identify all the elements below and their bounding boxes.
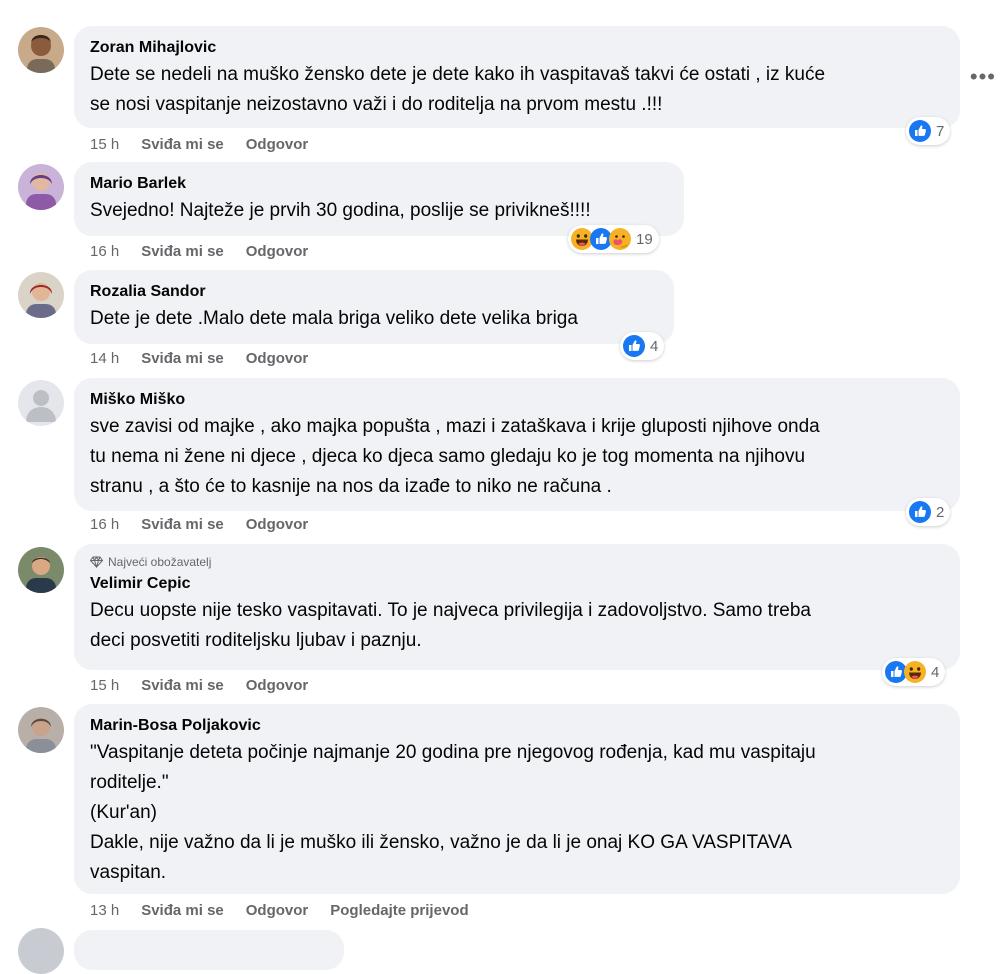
comment-text: Decu uopste nije tesko vaspitavati. To j…	[90, 600, 811, 651]
comment-bubble: Zoran Mihajlovic Dete se nedeli na muško…	[74, 26, 960, 128]
comment-actions: 13 h Sviđa mi se Odgovor Pogledajte prij…	[90, 902, 469, 920]
comment-time[interactable]: 16 h	[90, 516, 119, 534]
comment-text: Dete se nedeli na muško žensko dete je d…	[90, 64, 826, 115]
reaction-summary[interactable]: 4	[882, 658, 946, 686]
comment-time[interactable]: 15 h	[90, 677, 119, 695]
reaction-count: 7	[936, 122, 945, 140]
reaction-count: 4	[650, 337, 659, 355]
haha-reaction-icon	[904, 661, 926, 683]
like-button[interactable]: Sviđa mi se	[141, 243, 224, 261]
comment-actions: 14 h Sviđa mi se Odgovor	[90, 350, 308, 368]
reply-button[interactable]: Odgovor	[246, 243, 309, 261]
more-horizontal-icon[interactable]: •••	[970, 64, 996, 90]
comment-actions: 15 h Sviđa mi se Odgovor	[90, 136, 308, 154]
like-reaction-icon	[909, 120, 931, 142]
like-button[interactable]: Sviđa mi se	[141, 516, 224, 534]
like-button[interactable]: Sviđa mi se	[141, 677, 224, 695]
comment-actions: 16 h Sviđa mi se Odgovor	[90, 243, 308, 261]
comment-author[interactable]: Rozalia Sandor	[90, 282, 658, 302]
avatar[interactable]	[18, 164, 64, 210]
comment-author[interactable]: Zoran Mihajlovic	[90, 38, 944, 58]
comment-time[interactable]: 14 h	[90, 350, 119, 368]
comment-bubble: Rozalia Sandor Dete je dete .Malo dete m…	[74, 270, 674, 344]
avatar[interactable]	[18, 380, 64, 426]
comment-author[interactable]: Mario Barlek	[90, 174, 668, 194]
comment-author[interactable]: Velimir Cepic	[90, 574, 944, 594]
avatar[interactable]	[18, 547, 64, 593]
reaction-count: 19	[636, 230, 653, 248]
reaction-summary[interactable]: 2	[906, 498, 951, 526]
comment-author[interactable]: Miško Miško	[90, 390, 944, 410]
reaction-summary[interactable]: 19	[568, 225, 659, 253]
see-translation-button[interactable]: Pogledajte prijevod	[330, 902, 468, 920]
like-button[interactable]: Sviđa mi se	[141, 136, 224, 154]
comment-time[interactable]: 15 h	[90, 136, 119, 154]
avatar[interactable]	[18, 27, 64, 73]
reaction-summary[interactable]: 4	[620, 332, 665, 360]
like-reaction-icon	[909, 501, 931, 523]
like-reaction-icon	[623, 335, 645, 357]
comment-actions: 15 h Sviđa mi se Odgovor	[90, 677, 308, 695]
comment-text: sve zavisi od majke , ako majka popušta …	[90, 416, 820, 497]
comment-author[interactable]: Marin-Bosa Poljakovic	[90, 716, 944, 736]
care-reaction-icon	[609, 228, 631, 250]
reply-button[interactable]: Odgovor	[246, 902, 309, 920]
diamond-icon	[90, 556, 103, 568]
comment-text: "Vaspitanje deteta počinje najmanje 20 g…	[90, 742, 816, 883]
comment-actions: 16 h Sviđa mi se Odgovor	[90, 516, 308, 534]
reaction-summary[interactable]: 7	[906, 117, 951, 145]
top-fan-badge[interactable]: Najveći obožavatelj	[90, 554, 944, 570]
comment-text: Svejedno! Najteže je prvih 30 godina, po…	[90, 200, 591, 221]
badge-label: Najveći obožavatelj	[108, 555, 212, 569]
reply-button[interactable]: Odgovor	[246, 350, 309, 368]
comment-text: Dete je dete .Malo dete mala briga velik…	[90, 308, 578, 329]
reaction-count: 2	[936, 503, 945, 521]
reply-button[interactable]: Odgovor	[246, 136, 309, 154]
comment-time[interactable]: 13 h	[90, 902, 119, 920]
reply-button[interactable]: Odgovor	[246, 677, 309, 695]
like-button[interactable]: Sviđa mi se	[141, 350, 224, 368]
comment-time[interactable]: 16 h	[90, 243, 119, 261]
reaction-count: 4	[931, 663, 940, 681]
like-button[interactable]: Sviđa mi se	[141, 902, 224, 920]
reply-button[interactable]: Odgovor	[246, 516, 309, 534]
avatar[interactable]	[18, 707, 64, 753]
comment-bubble: Miško Miško sve zavisi od majke , ako ma…	[74, 378, 960, 511]
comment-bubble	[74, 930, 344, 970]
avatar[interactable]	[18, 272, 64, 318]
comment-bubble: Marin-Bosa Poljakovic "Vaspitanje deteta…	[74, 704, 960, 894]
comment-bubble: Najveći obožavatelj Velimir Cepic Decu u…	[74, 544, 960, 670]
